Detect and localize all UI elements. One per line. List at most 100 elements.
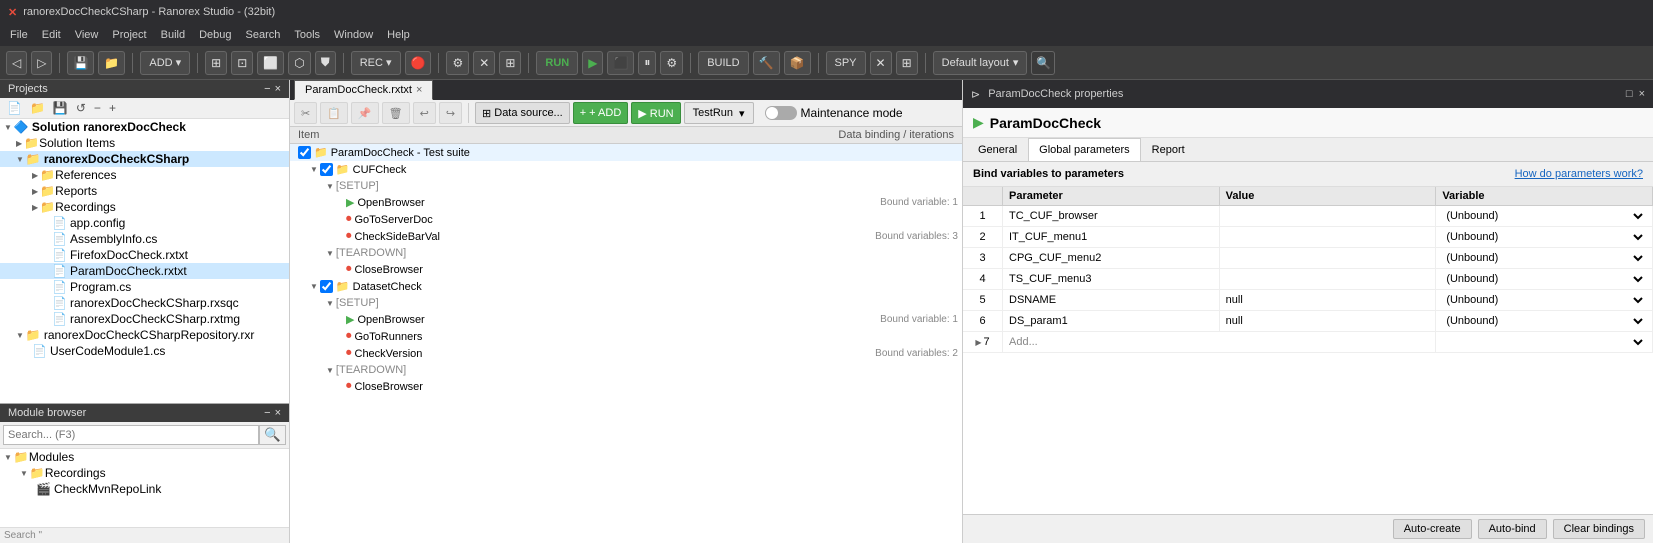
test-row-datasetcheck[interactable]: ▼ 📁 DatasetCheck <box>290 278 962 295</box>
toolbar-btn6[interactable]: ⬜ <box>257 51 284 75</box>
projects-collapse-btn[interactable]: − <box>91 100 104 116</box>
expand-modules[interactable]: ▼ <box>4 453 12 462</box>
menu-tools[interactable]: Tools <box>288 27 326 43</box>
param-row-1-variable[interactable]: (Unbound) <box>1436 206 1653 226</box>
toolbar-run-play[interactable]: ▶ <box>582 51 603 75</box>
menu-help[interactable]: Help <box>381 27 416 43</box>
tree-item-firefoxdoccheck[interactable]: 📄 FirefoxDocCheck.rxtxt <box>0 247 289 263</box>
tree-item-rxtmg[interactable]: 📄 ranorexDocCheckCSharp.rxtmg <box>0 311 289 327</box>
expand-solution[interactable]: ▼ <box>4 123 12 132</box>
menu-window[interactable]: Window <box>328 27 379 43</box>
projects-save-btn[interactable]: 💾 <box>50 100 71 116</box>
expand-setup1[interactable]: ▼ <box>326 182 334 191</box>
module-browser-pin-btn[interactable]: − <box>264 407 270 419</box>
test-row-openbrowser2[interactable]: ▶ OpenBrowser Bound variable: 1 <box>290 311 962 328</box>
toolbar-add-btn[interactable]: ADD ▾ <box>140 51 190 75</box>
datasetcheck-checkbox[interactable] <box>320 280 333 293</box>
test-row-closebrowser2[interactable]: ⏺ CloseBrowser <box>290 378 962 395</box>
expand-references[interactable]: ▶ <box>32 171 38 180</box>
maintenance-toggle-track[interactable] <box>765 106 797 120</box>
toolbar-map-icon[interactable]: ⊞ <box>896 51 918 75</box>
center-undo-btn[interactable]: ↩ <box>413 102 436 124</box>
tab-global-parameters[interactable]: Global parameters <box>1028 138 1141 161</box>
module-tree-modules[interactable]: ▼ 📁 Modules <box>0 449 289 465</box>
toolbar-build-btn[interactable]: BUILD <box>698 51 748 75</box>
toolbar-settings-btn[interactable]: ⚙ <box>446 51 469 75</box>
param-row-add-select[interactable] <box>1442 335 1646 349</box>
param-row-add[interactable]: ▶ 7 Add... <box>963 332 1653 353</box>
test-row-closebrowser1[interactable]: ⏺ CloseBrowser <box>290 261 962 278</box>
tree-item-programcs[interactable]: 📄 Program.cs <box>0 279 289 295</box>
how-link[interactable]: How do parameters work? <box>1515 168 1643 180</box>
toolbar-back-btn[interactable]: ◁ <box>6 51 27 75</box>
expand-setup2[interactable]: ▼ <box>326 299 334 308</box>
toolbar-stop-btn[interactable]: ⬛ <box>607 51 634 75</box>
tree-item-repository[interactable]: ▼ 📁 ranorexDocCheckCSharpRepository.rxr <box>0 327 289 343</box>
suite-checkbox[interactable] <box>298 146 311 159</box>
tree-item-rxsqc[interactable]: 📄 ranorexDocCheckCSharp.rxsqc <box>0 295 289 311</box>
center-run-btn[interactable]: ▶ RUN <box>631 102 680 124</box>
param-row-3-variable[interactable]: (Unbound) <box>1436 248 1653 268</box>
projects-new-btn[interactable]: 📄 <box>4 100 25 116</box>
toolbar-btn8[interactable]: ⛊ <box>315 51 336 75</box>
expand-recordings[interactable]: ▶ <box>32 203 38 212</box>
menu-search[interactable]: Search <box>240 27 287 43</box>
toolbar-btn9[interactable]: 🔴 <box>405 51 432 75</box>
param-add-label[interactable]: Add... <box>1003 332 1220 352</box>
right-panel-pin-icon[interactable]: ⊳ <box>971 88 980 101</box>
param-row-4-variable[interactable]: (Unbound) <box>1436 269 1653 289</box>
toolbar-save-btn[interactable]: 💾 <box>67 51 94 75</box>
expand-teardown2[interactable]: ▼ <box>326 366 334 375</box>
expand-reports[interactable]: ▶ <box>32 187 38 196</box>
tree-item-appconfig[interactable]: 📄 app.config <box>0 215 289 231</box>
expand-repository[interactable]: ▼ <box>16 331 24 340</box>
projects-close-btn[interactable]: × <box>275 83 281 95</box>
test-row-suite[interactable]: 📁 ParamDocCheck - Test suite <box>290 144 962 161</box>
expand-solution-items[interactable]: ▶ <box>16 139 22 148</box>
module-tree-checkmvn[interactable]: 🎬 CheckMvnRepoLink <box>0 481 289 497</box>
maintenance-toggle[interactable]: Maintenance mode <box>765 106 903 120</box>
toolbar-settings2-btn[interactable]: ⚙ <box>660 51 683 75</box>
menu-debug[interactable]: Debug <box>193 27 237 43</box>
toolbar-record-btn[interactable]: REC ▾ <box>351 51 401 75</box>
toolbar-build2-icon[interactable]: 📦 <box>784 51 811 75</box>
tab-general[interactable]: General <box>967 138 1028 161</box>
param-row-5-variable-select[interactable]: (Unbound) <box>1442 293 1646 307</box>
test-row-setup1[interactable]: ▼ [SETUP] <box>290 178 962 194</box>
module-search-btn[interactable]: 🔍 <box>259 425 286 445</box>
auto-create-btn[interactable]: Auto-create <box>1393 519 1472 539</box>
expand-teardown1[interactable]: ▼ <box>326 249 334 258</box>
param-row-4-variable-select[interactable]: (Unbound) <box>1442 272 1646 286</box>
menu-build[interactable]: Build <box>155 27 191 43</box>
toolbar-forward-btn[interactable]: ▷ <box>31 51 52 75</box>
module-tree-recordings[interactable]: ▼ 📁 Recordings <box>0 465 289 481</box>
test-row-checksidebarval[interactable]: ⏺ CheckSideBarVal Bound variables: 3 <box>290 228 962 245</box>
expand-cufcheck[interactable]: ▼ <box>310 165 318 174</box>
toolbar-grid-btn[interactable]: ⊞ <box>499 51 521 75</box>
module-search-input[interactable] <box>3 425 259 445</box>
toolbar-spy-icon[interactable]: ✕ <box>870 51 892 75</box>
test-row-gotoserverdoc[interactable]: ⏺ GoToServerDoc <box>290 211 962 228</box>
center-datasource-btn[interactable]: ⊞ Data source... <box>475 102 570 124</box>
tree-item-references[interactable]: ▶ 📁 References <box>0 167 289 183</box>
menu-file[interactable]: File <box>4 27 34 43</box>
center-add-btn[interactable]: + + ADD <box>573 102 629 124</box>
projects-refresh-btn[interactable]: ↺ <box>73 100 89 116</box>
default-layout-btn[interactable]: Default layout ▾ <box>933 51 1028 75</box>
cufcheck-checkbox[interactable] <box>320 163 333 176</box>
tab-report[interactable]: Report <box>1141 138 1196 161</box>
projects-expand-btn[interactable]: + <box>106 100 119 116</box>
param-row-3-variable-select[interactable]: (Unbound) <box>1442 251 1646 265</box>
menu-edit[interactable]: Edit <box>36 27 67 43</box>
toolbar-pause-btn[interactable]: ⏸ <box>638 51 656 75</box>
projects-open-btn[interactable]: 📁 <box>27 100 48 116</box>
tree-item-usercodemodule[interactable]: 📄 UserCodeModule1.cs <box>0 343 289 359</box>
auto-bind-btn[interactable]: Auto-bind <box>1478 519 1547 539</box>
toolbar-cursor-btn[interactable]: ✕ <box>473 51 495 75</box>
toolbar-btn7[interactable]: ⬡ <box>288 51 310 75</box>
expand-project[interactable]: ▼ <box>16 155 24 164</box>
tree-item-solution-items[interactable]: ▶ 📁 Solution Items <box>0 135 289 151</box>
center-cut-btn[interactable]: ✂ <box>294 102 317 124</box>
toolbar-btn5[interactable]: ⊡ <box>231 51 253 75</box>
param-row-6-variable[interactable]: (Unbound) <box>1436 311 1653 331</box>
